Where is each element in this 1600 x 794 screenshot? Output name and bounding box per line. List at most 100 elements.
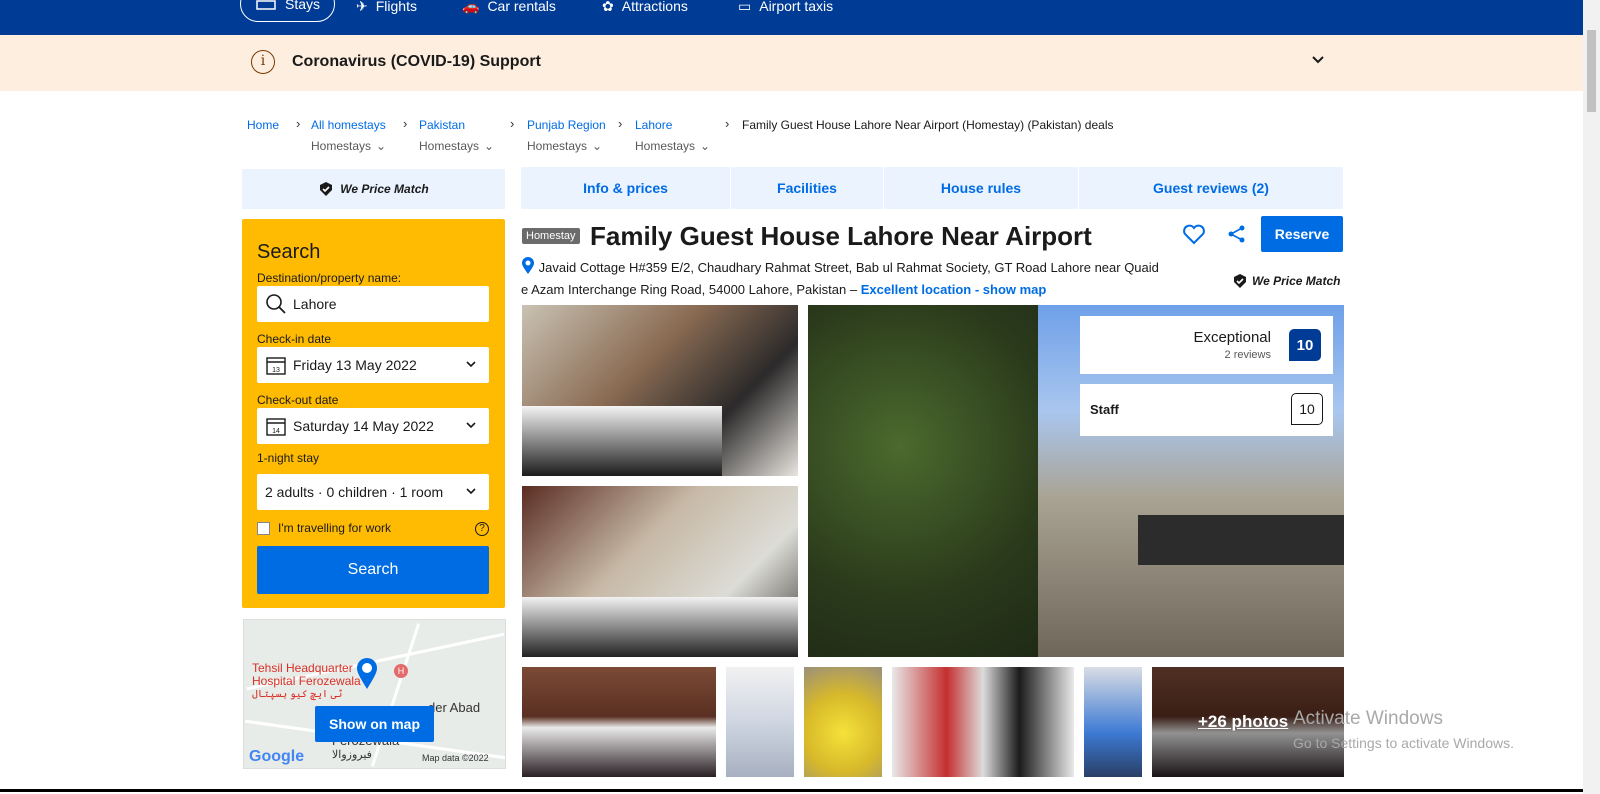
review-count: 2 reviews bbox=[1224, 349, 1271, 361]
bed-icon bbox=[256, 0, 276, 10]
nav-stays-label: Stays bbox=[285, 0, 321, 12]
review-score-card[interactable]: Exceptional 2 reviews 10 bbox=[1080, 316, 1333, 374]
breadcrumb-link[interactable]: Home bbox=[247, 118, 279, 132]
breadcrumb-dropdown[interactable]: Homestays ⌄ bbox=[419, 139, 494, 153]
chevron-right-icon: › bbox=[403, 116, 408, 131]
tab-guest-reviews[interactable]: Guest reviews (2) bbox=[1079, 167, 1343, 209]
breadcrumb-link[interactable]: Punjab Region bbox=[527, 118, 606, 132]
guests-value: 2 adults · 0 children · 1 room bbox=[265, 484, 444, 500]
tab-facilities[interactable]: Facilities bbox=[731, 167, 884, 209]
tab-house-rules[interactable]: House rules bbox=[884, 167, 1079, 209]
work-travel-checkbox[interactable] bbox=[257, 521, 270, 535]
page-scrollbar[interactable] bbox=[1583, 0, 1600, 794]
guests-field[interactable]: 2 adults · 0 children · 1 room bbox=[257, 474, 489, 510]
scrollbar-thumb[interactable] bbox=[1587, 30, 1596, 112]
destination-label: Destination/property name: bbox=[257, 271, 402, 285]
map-preview[interactable]: Tehsil Headquarter Hospital Ferozewala ٹ… bbox=[243, 619, 506, 769]
attractions-icon: ✿ bbox=[602, 0, 614, 14]
chevron-right-icon: › bbox=[618, 116, 623, 131]
chevron-down-icon: ⌄ bbox=[376, 139, 387, 153]
breadcrumb-sub-label: Homestays bbox=[635, 139, 696, 153]
gallery-thumbnail[interactable] bbox=[804, 667, 882, 777]
map-place-text: فیروزوالا bbox=[332, 749, 372, 761]
gallery-thumbnail[interactable] bbox=[1084, 667, 1142, 777]
share-icon[interactable] bbox=[1227, 224, 1247, 244]
destination-field[interactable]: Lahore bbox=[257, 286, 489, 322]
breadcrumb-dropdown[interactable]: Homestays ⌄ bbox=[527, 139, 606, 153]
gallery-thumbnail[interactable] bbox=[522, 667, 716, 777]
breadcrumb-lahore[interactable]: Lahore Homestays ⌄ bbox=[635, 118, 710, 153]
chevron-right-icon: › bbox=[296, 116, 301, 131]
work-travel-row: I'm travelling for work bbox=[257, 521, 391, 535]
chevron-down-icon bbox=[466, 488, 476, 495]
breadcrumb-pakistan[interactable]: Pakistan Homestays ⌄ bbox=[419, 118, 494, 153]
property-tabs: Info & prices Facilities House rules Gue… bbox=[521, 167, 1343, 209]
photo-tree bbox=[808, 305, 1038, 657]
checkout-day-text: 14 bbox=[272, 428, 280, 435]
breadcrumb-sub-label: Homestays bbox=[527, 139, 588, 153]
price-match-badge[interactable]: We Price Match bbox=[1232, 273, 1340, 289]
staff-score-card[interactable]: Staff 10 bbox=[1080, 384, 1333, 436]
calendar-icon: 14 bbox=[266, 418, 286, 436]
nav-attractions[interactable]: ✿ Attractions bbox=[602, 0, 688, 20]
chevron-down-icon[interactable] bbox=[1310, 51, 1326, 67]
map-place-text: Hospital Ferozewala bbox=[252, 674, 361, 688]
address-text: Javaid Cottage H#359 E/2, Chaudhary Rahm… bbox=[521, 260, 1159, 297]
staff-score-badge: 10 bbox=[1291, 393, 1323, 425]
gallery-photo[interactable] bbox=[522, 305, 798, 476]
tab-info-prices[interactable]: Info & prices bbox=[521, 167, 731, 209]
nav-airport-taxis-label: Airport taxis bbox=[759, 0, 834, 14]
search-button[interactable]: Search bbox=[257, 546, 489, 594]
price-match-label: We Price Match bbox=[1252, 274, 1341, 288]
breadcrumb-link[interactable]: Pakistan bbox=[419, 118, 494, 132]
nav-flights[interactable]: ✈ Flights bbox=[356, 0, 417, 20]
help-icon[interactable]: ? bbox=[475, 522, 489, 536]
price-match-label: We Price Match bbox=[340, 182, 429, 196]
price-match-box[interactable]: We Price Match bbox=[242, 169, 505, 209]
chevron-down-icon: ⌄ bbox=[592, 139, 603, 153]
heart-icon[interactable] bbox=[1182, 223, 1206, 245]
photo-detail bbox=[522, 597, 798, 657]
staff-label: Staff bbox=[1090, 402, 1119, 417]
breadcrumb-all-homestays[interactable]: All homestays Homestays ⌄ bbox=[311, 118, 386, 153]
map-place-text: der Abad bbox=[428, 700, 481, 715]
breadcrumb-sub-label: Homestays bbox=[419, 139, 480, 153]
checkin-label: Check-in date bbox=[257, 332, 332, 346]
reserve-button[interactable]: Reserve bbox=[1261, 216, 1343, 252]
breadcrumb-dropdown[interactable]: Homestays ⌄ bbox=[311, 139, 386, 153]
nav-airport-taxis[interactable]: ▭ Airport taxis bbox=[738, 0, 833, 20]
taxi-icon: ▭ bbox=[738, 0, 752, 14]
search-icon bbox=[266, 294, 286, 314]
verified-check-icon bbox=[320, 182, 333, 196]
breadcrumb-dropdown[interactable]: Homestays ⌄ bbox=[635, 139, 710, 153]
photo-detail bbox=[522, 406, 722, 476]
more-photos-link[interactable]: +26 photos bbox=[1198, 712, 1288, 732]
hospital-marker-icon: H bbox=[394, 664, 408, 678]
breadcrumb-link[interactable]: Lahore bbox=[635, 118, 710, 132]
show-map-link[interactable]: Excellent location - show map bbox=[861, 282, 1047, 297]
checkout-field[interactable]: 14 Saturday 14 May 2022 bbox=[257, 408, 489, 444]
map-pin-icon bbox=[357, 658, 377, 689]
checkin-field[interactable]: 13 Friday 13 May 2022 bbox=[257, 347, 489, 383]
nav-flights-label: Flights bbox=[375, 0, 417, 14]
nav-stays[interactable]: Stays bbox=[240, 0, 336, 22]
nav-car-rentals[interactable]: 🚗 Car rentals bbox=[462, 0, 556, 20]
chevron-down-icon: ⌄ bbox=[700, 139, 711, 153]
nav-attractions-label: Attractions bbox=[621, 0, 688, 14]
gallery-thumbnail[interactable] bbox=[892, 667, 1074, 777]
gallery-photo[interactable] bbox=[522, 486, 798, 657]
breadcrumb-link[interactable]: All homestays bbox=[311, 118, 386, 132]
covid-banner[interactable]: i Coronavirus (COVID-19) Support bbox=[0, 35, 1583, 91]
property-address: Javaid Cottage H#359 E/2, Chaudhary Rahm… bbox=[521, 257, 1161, 301]
review-score-badge: 10 bbox=[1289, 329, 1321, 361]
breadcrumb-current: Family Guest House Lahore Near Airport (… bbox=[742, 118, 1114, 132]
map-data-credit: Map data ©2022 bbox=[422, 753, 489, 763]
location-pin-icon bbox=[522, 257, 534, 274]
gallery-thumbnail[interactable] bbox=[726, 667, 794, 777]
show-on-map-button[interactable]: Show on map bbox=[315, 706, 434, 742]
windows-watermark-title: Activate Windows bbox=[1293, 708, 1443, 729]
breadcrumb-home[interactable]: Home bbox=[247, 118, 279, 132]
google-logo: Google bbox=[249, 748, 305, 765]
top-navigation: Stays ✈ Flights 🚗 Car rentals ✿ Attracti… bbox=[0, 0, 1583, 35]
breadcrumb-punjab[interactable]: Punjab Region Homestays ⌄ bbox=[527, 118, 606, 153]
